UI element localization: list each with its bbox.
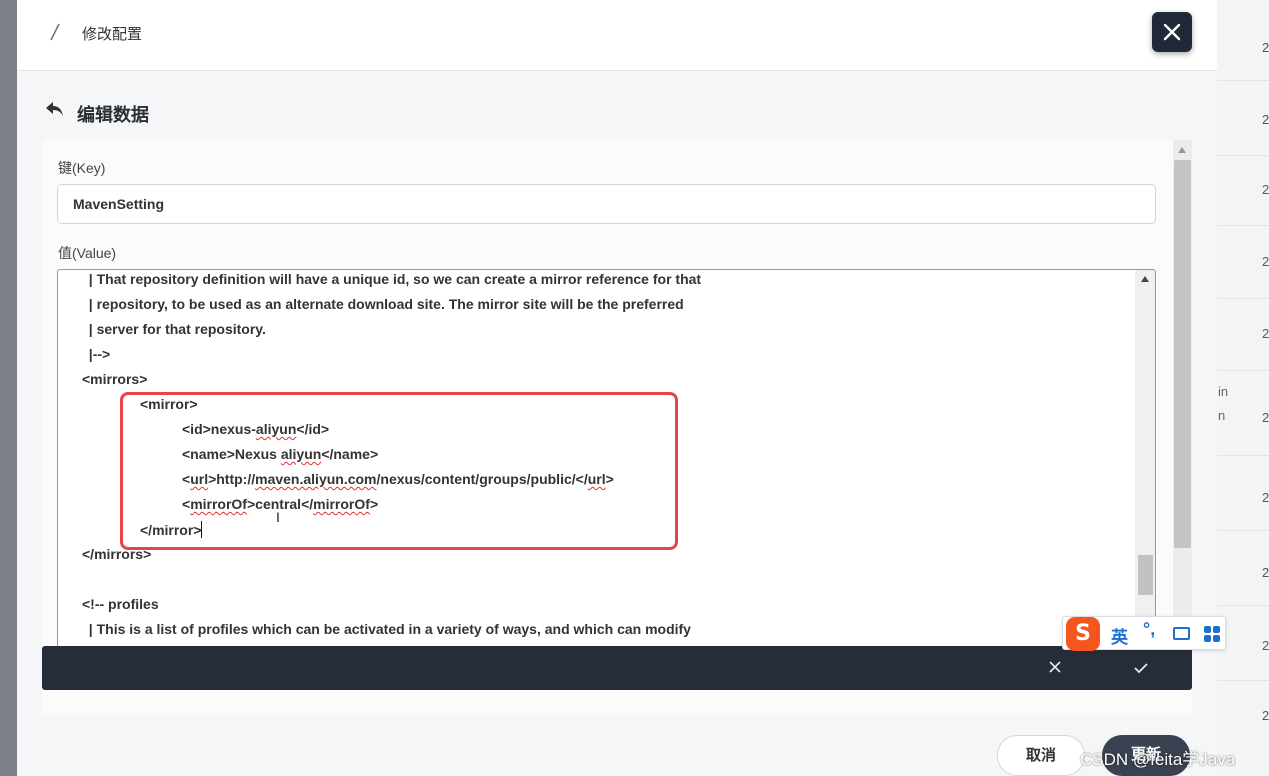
background-divider [1217, 455, 1269, 456]
edit-config-modal: 修改配置 编辑数据 键(Key) MavenSetting 值(Value) |… [17, 0, 1217, 776]
cancel-button[interactable]: 取消 [997, 735, 1085, 776]
background-fragment: in [1218, 384, 1229, 399]
panel-scrollbar[interactable] [1173, 140, 1192, 620]
background-divider [1217, 530, 1269, 531]
background-divider [1217, 80, 1269, 81]
value-code-editor[interactable]: | That repository definition will have a… [57, 269, 1156, 649]
close-icon [1163, 23, 1181, 41]
background-fragment: n [1218, 408, 1226, 423]
code-line: | That repository definition will have a… [81, 271, 702, 287]
background-row-text: 2 [1262, 490, 1269, 505]
background-divider [1217, 605, 1269, 606]
background-row-text: 2 [1262, 708, 1269, 723]
background-row-text: 2 [1262, 638, 1269, 653]
background-divider [1217, 680, 1269, 681]
highlight-annotation [120, 392, 678, 550]
ime-punctuation-toggle[interactable]: °, [1143, 619, 1155, 640]
modal-header: 修改配置 [17, 0, 1217, 71]
section-title: 编辑数据 [77, 105, 149, 125]
background-divider [1217, 370, 1269, 371]
ime-toolbar: S 英 °, [1062, 616, 1226, 651]
editor-scroll-thumb[interactable] [1138, 555, 1153, 595]
background-row-text: 2 [1262, 112, 1269, 127]
background-divider [1217, 225, 1269, 226]
scroll-up-icon[interactable] [1141, 276, 1149, 282]
code-line: | repository, to be used as an alternate… [81, 296, 684, 312]
background-row-text: 2 [1262, 40, 1269, 55]
background-divider [1217, 298, 1269, 299]
editor-action-bar [42, 646, 1192, 690]
watermark: CSDN @feita学Java [1080, 750, 1236, 769]
discard-icon[interactable] [1048, 660, 1062, 674]
code-line: | server for that repository. [81, 321, 266, 337]
sogou-logo-icon[interactable]: S [1066, 617, 1100, 651]
confirm-check-icon[interactable] [1133, 661, 1149, 675]
background-divider [1217, 155, 1269, 156]
code-line: |--> [81, 346, 111, 362]
close-modal-button[interactable] [1152, 12, 1192, 52]
code-line: <mirrors> [82, 371, 148, 387]
pencil-icon [50, 23, 60, 41]
background-row-text: 2 [1262, 410, 1269, 425]
background-row-text: 2 [1262, 565, 1269, 580]
toolbox-grid-icon[interactable] [1204, 626, 1220, 642]
value-label: 值(Value) [58, 245, 117, 261]
background-page-left [0, 0, 17, 776]
background-row-text: 2 [1262, 182, 1269, 197]
back-arrow-icon[interactable] [44, 100, 66, 118]
code-line: | This is a list of profiles which can b… [81, 621, 691, 637]
panel-scroll-thumb[interactable] [1174, 160, 1191, 548]
background-row-text: 2 [1262, 254, 1269, 269]
editor-scrollbar[interactable] [1135, 270, 1155, 648]
keyboard-icon[interactable] [1173, 627, 1190, 640]
modal-title: 修改配置 [82, 26, 143, 43]
code-line: <!-- profiles [82, 596, 159, 612]
key-label: 键(Key) [58, 160, 106, 176]
scroll-up-icon[interactable] [1178, 147, 1186, 153]
ime-language-toggle[interactable]: 英 [1111, 623, 1128, 648]
background-row-text: 2 [1262, 326, 1269, 341]
key-input[interactable]: MavenSetting [57, 184, 1156, 224]
